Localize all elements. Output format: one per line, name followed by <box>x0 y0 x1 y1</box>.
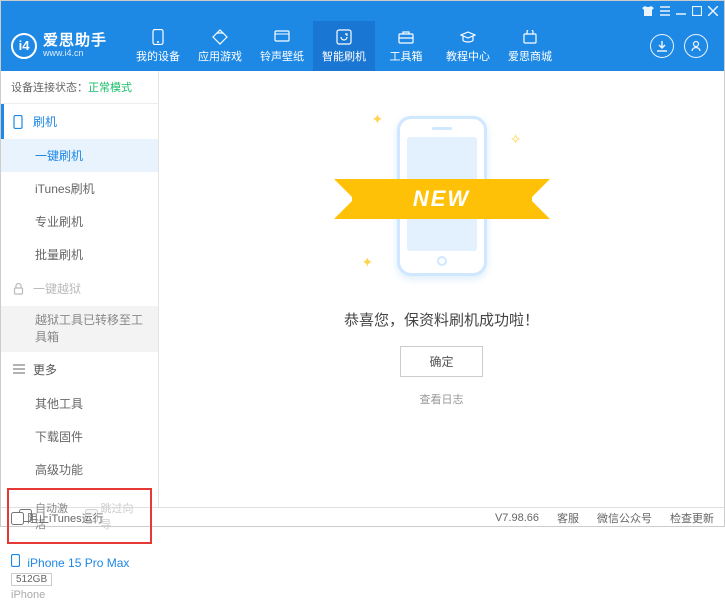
view-log-link[interactable]: 查看日志 <box>420 391 464 407</box>
nav-tools[interactable]: 工具箱 <box>375 21 437 71</box>
checkbox-label: 阻止iTunes运行 <box>27 510 104 526</box>
close-icon[interactable] <box>708 6 718 16</box>
sidebar-item-other[interactable]: 其他工具 <box>1 387 158 420</box>
phone-icon <box>13 115 27 129</box>
user-button[interactable] <box>684 34 708 58</box>
maximize-icon[interactable] <box>692 6 702 16</box>
minimize-icon[interactable] <box>676 6 686 16</box>
menu-icon[interactable] <box>660 6 670 16</box>
flash-icon <box>335 29 353 45</box>
app-url: www.i4.cn <box>43 49 107 59</box>
nav-flash[interactable]: 智能刷机 <box>313 21 375 71</box>
sidebar-item-advanced[interactable]: 高级功能 <box>1 453 158 486</box>
block-itunes-checkbox[interactable]: 阻止iTunes运行 <box>11 510 104 526</box>
header-label: 更多 <box>33 361 57 378</box>
nav-ringtone[interactable]: 铃声壁纸 <box>251 21 313 71</box>
nav-tutorial[interactable]: 教程中心 <box>437 21 499 71</box>
device-type: iPhone <box>11 589 148 601</box>
nav-label: 教程中心 <box>446 48 490 64</box>
logo: i4 爱思助手 www.i4.cn <box>11 33 107 59</box>
sidebar-item-batch[interactable]: 批量刷机 <box>1 238 158 271</box>
toolbox-icon <box>397 29 415 45</box>
update-link[interactable]: 检查更新 <box>670 510 714 526</box>
new-ribbon: NEW <box>352 179 532 219</box>
header-label: 刷机 <box>33 113 57 130</box>
more-icon <box>13 364 27 374</box>
nav-store[interactable]: 爱思商城 <box>499 21 561 71</box>
device-storage: 512GB <box>11 573 52 586</box>
wechat-link[interactable]: 微信公众号 <box>597 510 652 526</box>
version: V7.98.66 <box>495 512 539 524</box>
nav-label: 应用游戏 <box>198 48 242 64</box>
success-illustration: ✦ ✧ ✦ NEW <box>342 101 542 291</box>
header: i4 爱思助手 www.i4.cn 我的设备 应用游戏 铃声壁纸 智能刷机 工具… <box>1 21 724 71</box>
device-info[interactable]: iPhone 15 Pro Max 512GB iPhone <box>1 546 158 609</box>
success-message: 恭喜您，保资料刷机成功啦！ <box>344 309 539 330</box>
device-icon <box>149 29 167 45</box>
ringtone-icon <box>273 29 291 45</box>
sidebar-item-download[interactable]: 下载固件 <box>1 420 158 453</box>
store-icon <box>521 29 539 45</box>
header-label: 一键越狱 <box>33 280 81 297</box>
sidebar-jailbreak-info: 越狱工具已转移至工具箱 <box>1 306 158 352</box>
status-label: 设备连接状态： <box>11 82 88 94</box>
connection-status: 设备连接状态：正常模式 <box>1 71 158 104</box>
lock-icon <box>13 283 27 295</box>
download-button[interactable] <box>650 34 674 58</box>
sidebar-header-jailbreak[interactable]: 一键越狱 <box>1 271 158 306</box>
nav-label: 爱思商城 <box>508 48 552 64</box>
nav-label: 铃声壁纸 <box>260 48 304 64</box>
phone-icon <box>11 556 20 570</box>
tutorial-icon <box>459 29 477 45</box>
sidebar-item-itunes[interactable]: iTunes刷机 <box>1 172 158 205</box>
nav-label: 智能刷机 <box>322 48 366 64</box>
nav-apps[interactable]: 应用游戏 <box>189 21 251 71</box>
titlebar <box>1 1 724 21</box>
sidebar: 设备连接状态：正常模式 刷机 一键刷机 iTunes刷机 专业刷机 批量刷机 一… <box>1 71 159 507</box>
sidebar-item-onekey[interactable]: 一键刷机 <box>1 139 158 172</box>
top-nav: 我的设备 应用游戏 铃声壁纸 智能刷机 工具箱 教程中心 爱思商城 <box>127 21 650 71</box>
tshirt-icon[interactable] <box>642 6 654 16</box>
sidebar-item-pro[interactable]: 专业刷机 <box>1 205 158 238</box>
nav-label: 工具箱 <box>390 48 423 64</box>
logo-icon: i4 <box>11 33 37 59</box>
device-name: iPhone 15 Pro Max <box>27 556 129 570</box>
apps-icon <box>211 29 229 45</box>
status-value: 正常模式 <box>88 82 132 94</box>
service-link[interactable]: 客服 <box>557 510 579 526</box>
nav-my-device[interactable]: 我的设备 <box>127 21 189 71</box>
nav-label: 我的设备 <box>136 48 180 64</box>
sidebar-header-flash[interactable]: 刷机 <box>1 104 158 139</box>
ok-button[interactable]: 确定 <box>400 346 482 377</box>
app-title: 爱思助手 <box>43 33 107 50</box>
sidebar-header-more[interactable]: 更多 <box>1 352 158 387</box>
main-content: ✦ ✧ ✦ NEW 恭喜您，保资料刷机成功啦！ 确定 查看日志 <box>159 71 724 507</box>
